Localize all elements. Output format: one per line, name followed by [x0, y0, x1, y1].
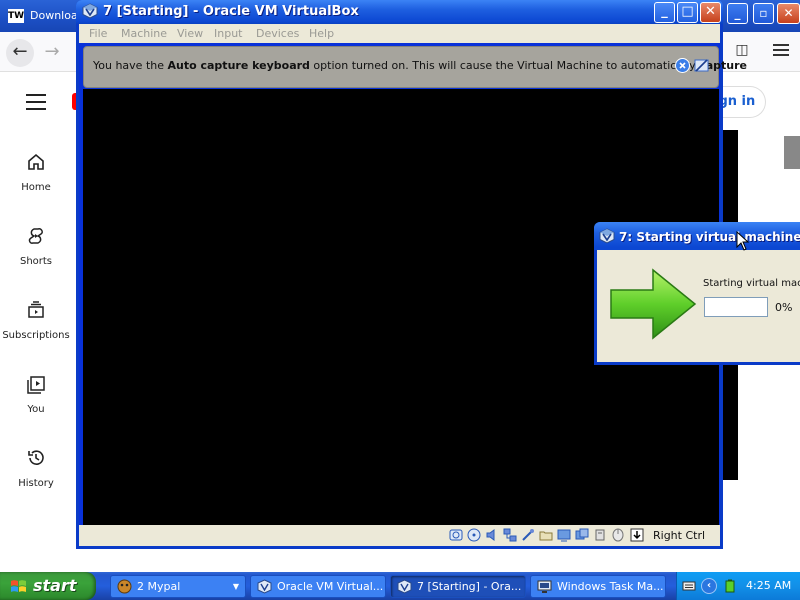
browser-menu-icon[interactable]: [773, 44, 789, 59]
taskbar: start 2 Mypal ▼ Oracle VM Virtual... 7 […: [0, 572, 800, 600]
nav-label: History: [18, 478, 54, 489]
task-button-task-manager[interactable]: Windows Task Ma...: [530, 575, 666, 598]
display-icon[interactable]: [557, 528, 571, 542]
clock[interactable]: 4:25 AM: [746, 579, 791, 592]
close-button[interactable]: ✕: [700, 2, 721, 23]
task-button-mypal[interactable]: 2 Mypal ▼: [110, 575, 246, 598]
task-button-vm-starting[interactable]: 7 [Starting] - Ora...: [390, 575, 526, 598]
subscriptions-icon: [25, 300, 47, 322]
close-button[interactable]: ✕: [777, 3, 800, 24]
nav-item-home[interactable]: Home: [0, 152, 72, 193]
virtualbox-titlebar[interactable]: 7 [Starting] - Oracle VM VirtualBox _ □ …: [76, 0, 723, 24]
shorts-icon: [25, 226, 47, 248]
audio-icon[interactable]: [485, 528, 499, 542]
show-hidden-icons-icon[interactable]: ‹: [701, 578, 717, 594]
menu-machine[interactable]: Machine: [121, 27, 167, 40]
virtualbox-icon: [257, 579, 272, 594]
close-notice-icon[interactable]: [675, 58, 690, 73]
windows-logo-icon: [11, 580, 26, 592]
notice-text: You have the Auto capture keyboard optio…: [93, 59, 747, 72]
battery-icon[interactable]: [723, 579, 737, 593]
page-scrollbar-thumb[interactable]: [784, 136, 800, 169]
maximize-button[interactable]: ▫: [753, 3, 774, 24]
start-label: start: [33, 576, 77, 595]
nav-item-shorts[interactable]: Shorts: [0, 226, 72, 267]
green-arrow-icon: [610, 268, 697, 340]
host-key-label: Right Ctrl: [653, 529, 706, 542]
task-label: 2 Mypal: [137, 580, 181, 593]
youtube-menu-icon[interactable]: [26, 94, 46, 115]
auto-capture-notice: You have the Auto capture keyboard optio…: [83, 46, 747, 88]
task-label: Windows Task Ma...: [557, 580, 664, 593]
maximize-button[interactable]: □: [677, 2, 698, 23]
browser-app-icon: TW: [8, 9, 25, 23]
usb-icon[interactable]: [521, 528, 535, 542]
dialog-body: Starting virtual mach 0%: [597, 250, 800, 362]
menu-input[interactable]: Input: [214, 27, 242, 40]
nav-item-subscriptions[interactable]: Subscriptions: [0, 300, 72, 341]
you-icon: [25, 374, 47, 396]
progress-percent: 0%: [775, 301, 793, 314]
minimize-button[interactable]: _: [727, 3, 748, 24]
nav-item-history[interactable]: History: [0, 448, 72, 489]
mouse-cursor-icon: [736, 231, 750, 251]
dialog-message: Starting virtual mach: [703, 278, 800, 289]
video-capture-icon[interactable]: [575, 528, 589, 542]
system-tray: ‹ 4:25 AM: [676, 572, 800, 600]
dont-show-again-icon[interactable]: [694, 58, 709, 73]
task-label: 7 [Starting] - Ora...: [417, 580, 522, 593]
optical-drive-icon[interactable]: [467, 528, 481, 542]
nav-label: Shorts: [19, 256, 53, 267]
nav-label: Home: [21, 182, 51, 193]
network-icon[interactable]: [503, 528, 517, 542]
nav-item-you[interactable]: You: [0, 374, 72, 415]
hard-disk-icon[interactable]: [449, 528, 463, 542]
mouse-integration-icon[interactable]: [611, 528, 625, 542]
task-label: Oracle VM Virtual...: [277, 580, 384, 593]
task-manager-icon: [537, 580, 552, 593]
menubar: File Machine View Input Devices Help: [79, 24, 720, 43]
virtualbox-icon: [599, 228, 615, 244]
home-icon: [25, 152, 47, 174]
menu-file[interactable]: File: [89, 27, 107, 40]
menu-devices[interactable]: Devices: [256, 27, 299, 40]
task-button-virtualbox-manager[interactable]: Oracle VM Virtual...: [250, 575, 386, 598]
progress-bar: [704, 297, 768, 317]
virtualbox-icon: [82, 3, 98, 19]
statusbar: Right Ctrl: [79, 525, 720, 546]
progress-dialog: 7: Starting virtual machine Starting vir…: [594, 222, 800, 365]
forward-arrow-icon[interactable]: →: [38, 39, 66, 67]
history-icon: [25, 448, 47, 470]
dialog-titlebar[interactable]: 7: Starting virtual machine: [594, 222, 800, 250]
shared-folders-icon[interactable]: [539, 528, 553, 542]
start-button[interactable]: start: [0, 572, 96, 600]
minimize-button[interactable]: _: [654, 2, 675, 23]
nav-label: Subscriptions: [2, 330, 70, 341]
dialog-title: 7: Starting virtual machine: [619, 230, 800, 244]
keyboard-icon[interactable]: [682, 579, 696, 593]
virtualbox-icon: [397, 579, 412, 594]
group-dropdown-icon[interactable]: ▼: [233, 576, 239, 597]
host-key-arrow-icon[interactable]: [630, 528, 644, 542]
window-title: 7 [Starting] - Oracle VM VirtualBox: [103, 4, 359, 19]
sidebar-toggle-icon[interactable]: ◫: [733, 42, 751, 60]
mypal-icon: [117, 579, 132, 594]
cpu-icon[interactable]: [593, 528, 607, 542]
nav-label: You: [27, 404, 45, 415]
menu-view[interactable]: View: [177, 27, 203, 40]
back-arrow-icon[interactable]: ←: [6, 39, 34, 67]
menu-help[interactable]: Help: [309, 27, 334, 40]
